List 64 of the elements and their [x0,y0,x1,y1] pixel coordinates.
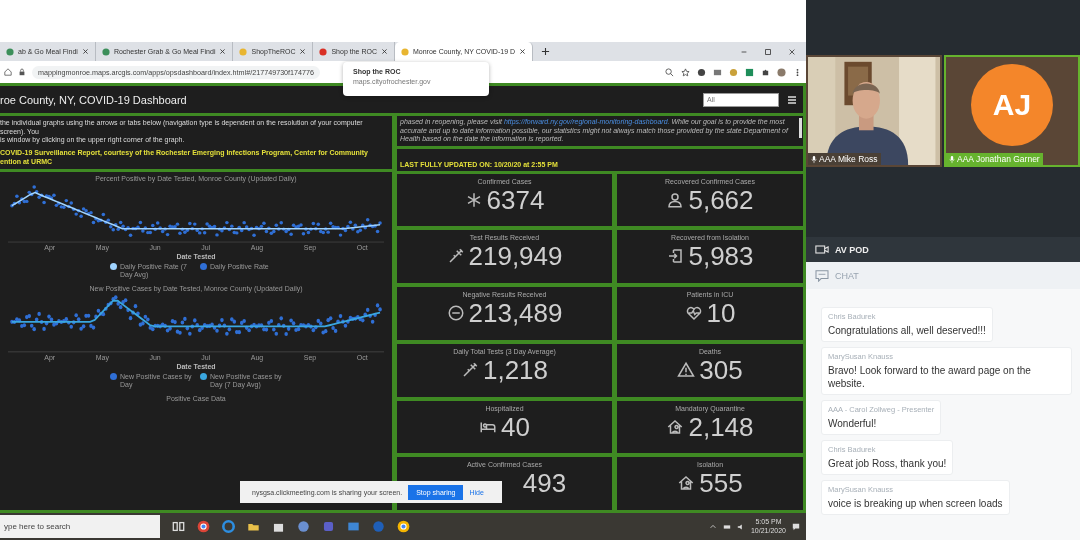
chat-icon [815,269,829,282]
stat-value: 5,662 [688,184,754,215]
stat-value: 40 [501,411,530,442]
message-text: Congratulations all, well deserved!!! [828,324,986,337]
warning-icon [677,360,696,379]
close-icon[interactable] [81,48,89,55]
search-icon[interactable] [665,67,674,77]
browser-icon[interactable] [397,520,410,533]
close-icon[interactable] [519,48,527,55]
close-icon[interactable] [299,48,307,55]
favicon-icon [319,47,328,56]
stat-value: 213,489 [468,298,563,328]
stat-value: 6374 [486,184,545,215]
star-icon[interactable] [681,67,690,77]
legend-dot-icon [110,262,117,270]
browser-icon[interactable] [197,520,210,533]
stat-value: 219,949 [468,241,563,272]
stat-value: 493 [522,468,567,499]
heart-pulse-icon [684,304,703,322]
stat-value: 10 [706,298,736,328]
enter-icon [666,247,685,266]
legend-dot-icon [200,372,207,380]
profile-icon[interactable] [777,67,786,77]
legend-dot-icon [110,372,117,380]
notification-icon[interactable] [792,522,800,531]
avatar: AJ [971,64,1053,146]
close-icon[interactable] [219,48,227,55]
participant-name: AAA Mike Ross [819,154,878,164]
favicon-icon [239,47,248,56]
search-field[interactable]: ype here to search [0,515,160,538]
message-text: Bravo! Look forward to the award page on the website. [828,364,1032,390]
av-pod-bar[interactable]: AV POD [806,237,1080,262]
app-icon[interactable] [347,520,360,533]
maximize-icon[interactable] [764,47,772,56]
favicon-icon [400,47,409,56]
camera-icon [815,244,829,255]
participant-name: AAA Jonathan Garner [957,154,1040,164]
app-icon[interactable] [297,520,310,533]
house-icon [677,474,696,493]
lock-icon [18,68,26,76]
stat-value: 555 [699,468,743,499]
menu-icon[interactable] [787,94,797,105]
favicon-icon [6,47,14,56]
stat-value: 5,983 [688,241,754,272]
task-view-icon[interactable] [172,520,185,533]
favicon-icon [101,47,110,56]
message-text: voice is breaking up when screen loads [828,497,1003,510]
av-pod-label: AV POD [835,244,869,255]
microphone-icon [949,154,955,164]
legend-dot-icon [200,262,207,270]
message-text: Great job Ross, thank you! [828,457,947,470]
microphone-icon [811,154,817,164]
person-icon [666,190,685,209]
house-icon [666,417,685,436]
home-icon[interactable] [4,68,12,76]
new-tab-icon[interactable] [541,47,551,56]
dashboard-title: roe County, NY, COVID-19 Dashboard [0,93,188,106]
close-icon[interactable] [380,48,388,55]
chat-title: CHAT [835,270,859,281]
message-text: Wonderful! [828,417,878,430]
close-icon[interactable] [788,47,796,56]
tray-caret-icon[interactable] [708,522,717,531]
stat-value: 305 [699,354,743,385]
volume-icon[interactable] [736,522,745,531]
